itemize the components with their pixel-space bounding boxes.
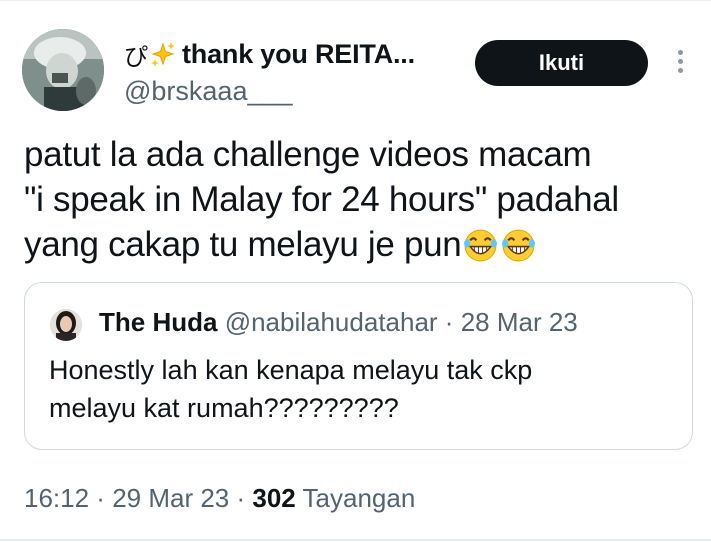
- quote-date[interactable]: 28 Mar 23: [461, 307, 578, 337]
- meta-separator: ·: [229, 483, 253, 513]
- tears-of-joy-emoji: [464, 229, 498, 262]
- quote-author-username[interactable]: @nabilahudatahar: [225, 307, 438, 337]
- quoted-tweet-card[interactable]: The Huda @nabilahudatahar · 28 Mar 23 Ho…: [24, 282, 693, 450]
- views-label[interactable]: Tayangan: [296, 483, 416, 513]
- tweet-date[interactable]: 29 Mar 23: [112, 483, 229, 513]
- meta-separator: ·: [89, 483, 113, 513]
- tweet-time[interactable]: 16:12: [24, 483, 89, 513]
- tweet-line-last: yang cakap tu melayu je pun: [24, 222, 694, 267]
- quote-line: melayu kat rumah?????????: [49, 393, 399, 423]
- username[interactable]: @brskaaa___: [124, 76, 293, 107]
- quote-header: The Huda @nabilahudatahar · 28 Mar 23: [99, 307, 578, 338]
- quote-author-avatar[interactable]: [50, 309, 82, 341]
- tweet-line: "i speak in Malay for 24 hours" padahal: [24, 180, 619, 219]
- author-avatar[interactable]: [22, 29, 104, 111]
- top-divider: [0, 0, 711, 1]
- name-prefix: ぴ: [124, 42, 148, 71]
- sparkles-icon: [151, 42, 175, 67]
- views-count[interactable]: 302: [252, 483, 295, 513]
- tweet-line: yang cakap tu melayu je pun: [24, 225, 462, 264]
- quote-avatar-image: [50, 309, 82, 341]
- quote-author-name[interactable]: The Huda: [99, 307, 217, 337]
- quote-line: Honestly lah kan kenapa melayu tak ckp: [49, 355, 533, 385]
- follow-button[interactable]: Ikuti: [475, 40, 648, 86]
- avatar-image: [22, 29, 104, 111]
- bottom-divider: [0, 539, 711, 541]
- quote-separator: ·: [437, 307, 461, 337]
- tears-of-joy-emoji: [502, 229, 536, 262]
- display-name-row[interactable]: ぴ thank you REITA...: [124, 37, 415, 71]
- tweet-line: patut la ada challenge videos macam: [24, 135, 592, 174]
- tweet-text: patut la ada challenge videos macam "i s…: [24, 132, 694, 267]
- display-name: thank you REITA...: [182, 38, 415, 69]
- more-vertical-icon[interactable]: [674, 50, 686, 78]
- tweet-meta: 16:12 · 29 Mar 23 · 302 Tayangan: [24, 483, 415, 514]
- quote-text: Honestly lah kan kenapa melayu tak ckp m…: [49, 351, 669, 427]
